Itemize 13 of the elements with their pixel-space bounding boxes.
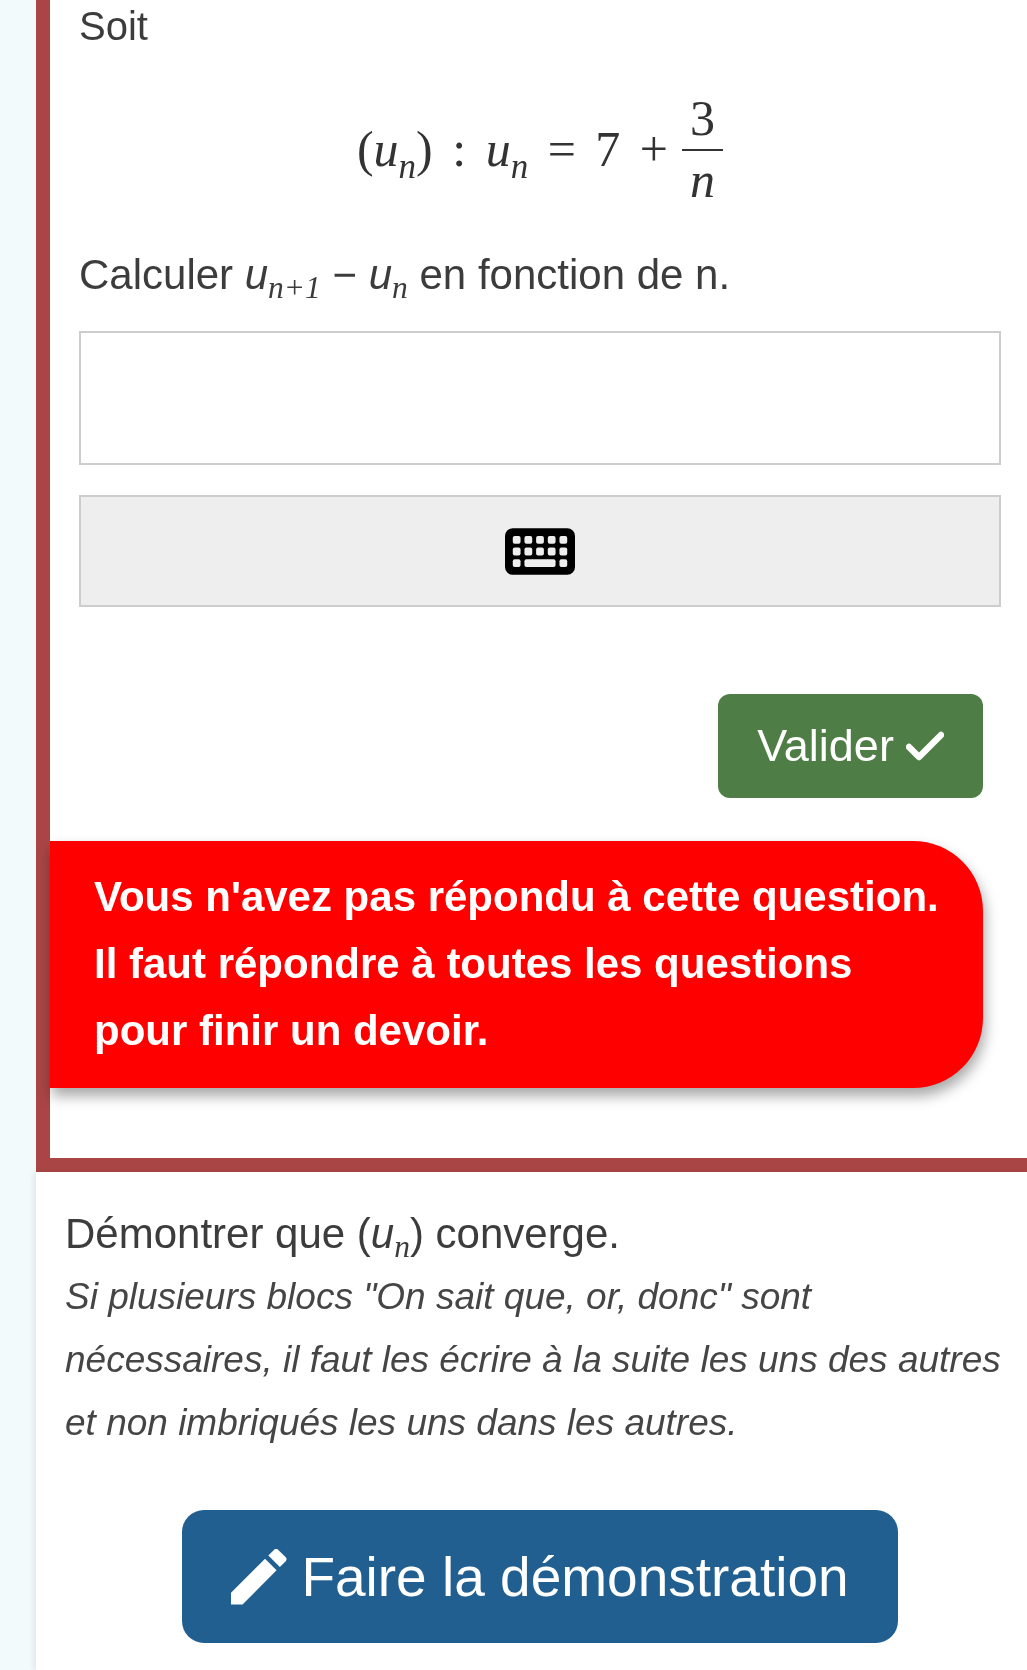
answer-field[interactable] (79, 331, 1001, 465)
instruction-note: Si plusieurs blocs "On sait que, or, donc" sont nécessaires, il faut les écrire à la suite les uns des autres et non imbriqués les uns dans les autres. (65, 1275, 1002, 1445)
pencil-icon (231, 1548, 288, 1605)
proof-button[interactable]: Faire la démonstration (182, 1510, 898, 1643)
alert-message: Vous n'avez pas répondu à cette question. (94, 872, 940, 922)
keyboard-button[interactable] (79, 495, 1001, 607)
alert-message: Il faut répondre à toutes les questions pour finir un devoir. (94, 939, 854, 1056)
check-icon (905, 731, 944, 761)
intro-text: Soit (79, 3, 149, 50)
keyboard-icon (505, 527, 575, 575)
question-prompt: Calculer u$_{n+1}$ − u$_{n}$ en fonction de n. (79, 250, 732, 301)
question-prompt: Démontrer que (u$_{n}$) converge. (65, 1209, 621, 1262)
submit-button[interactable]: Valider (718, 694, 983, 798)
